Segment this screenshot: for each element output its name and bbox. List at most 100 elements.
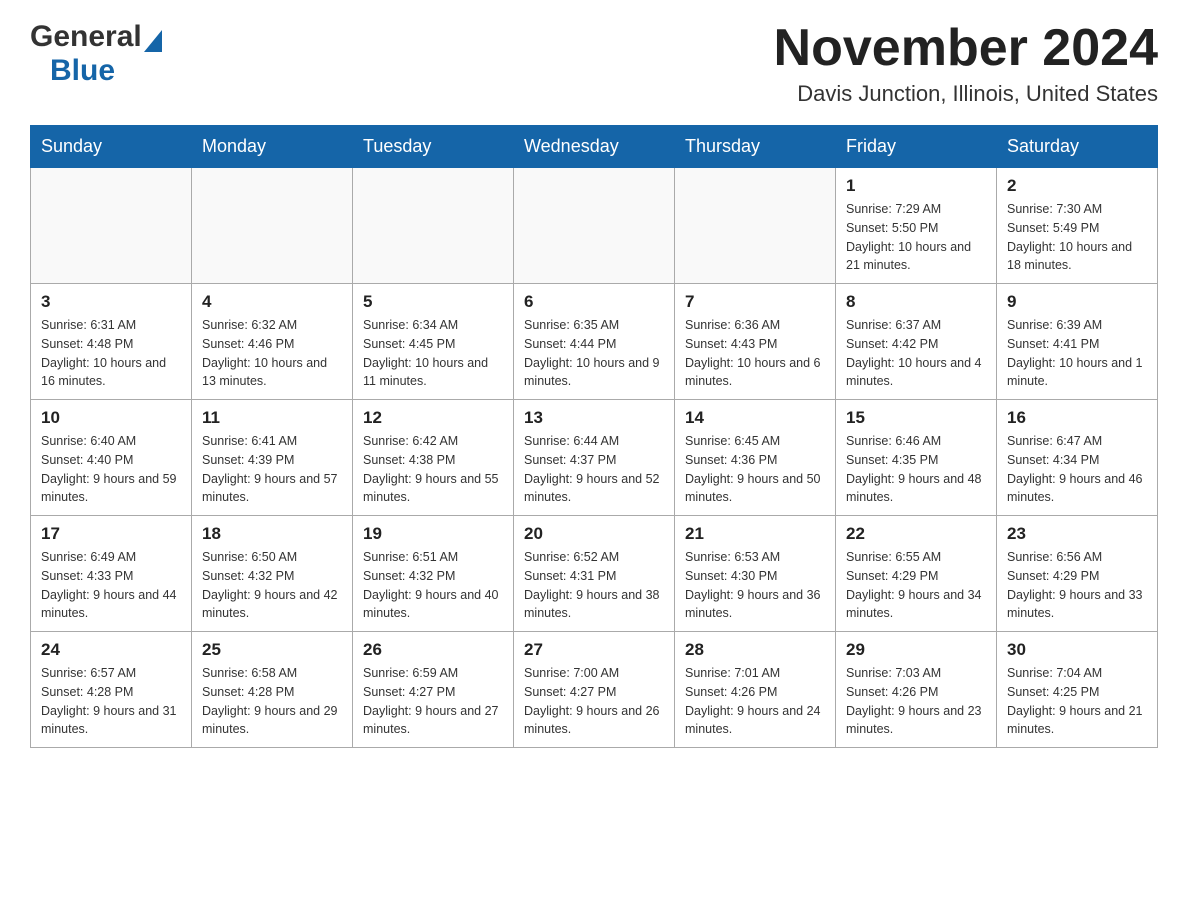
calendar-cell: 27 Sunrise: 7:00 AMSunset: 4:27 PMDayligh… — [514, 632, 675, 748]
day-number: 28 — [685, 640, 825, 660]
logo-general-text: General — [30, 20, 142, 54]
calendar-table: SundayMondayTuesdayWednesdayThursdayFrid… — [30, 125, 1158, 748]
day-info: Sunrise: 7:01 AMSunset: 4:26 PMDaylight:… — [685, 664, 825, 739]
header-day-wednesday: Wednesday — [514, 126, 675, 168]
day-number: 8 — [846, 292, 986, 312]
calendar-cell: 6Sunrise: 6:35 AMSunset: 4:44 PMDaylight… — [514, 284, 675, 400]
calendar-week-row: 3 Sunrise: 6:31 AMSunset: 4:48 PMDaylight… — [31, 284, 1158, 400]
day-info: Sunrise: 6:35 AMSunset: 4:44 PMDaylight:… — [524, 316, 664, 391]
calendar-cell: 21 Sunrise: 6:53 AMSunset: 4:30 PMDayligh… — [675, 516, 836, 632]
day-number: 25 — [202, 640, 342, 660]
day-info: Sunrise: 7:04 AMSunset: 4:25 PMDaylight:… — [1007, 664, 1147, 739]
calendar-cell: 24Sunrise: 6:57 AMSunset: 4:28 PMDayligh… — [31, 632, 192, 748]
page-header: General Blue November 2024 Davis Junctio… — [30, 20, 1158, 107]
calendar-cell: 30 Sunrise: 7:04 AMSunset: 4:25 PMDayligh… — [997, 632, 1158, 748]
calendar-cell: 5 Sunrise: 6:34 AMSunset: 4:45 PMDaylight… — [353, 284, 514, 400]
calendar-cell: 7 Sunrise: 6:36 AMSunset: 4:43 PMDaylight… — [675, 284, 836, 400]
calendar-cell — [192, 168, 353, 284]
day-number: 10 — [41, 408, 181, 428]
calendar-cell: 4 Sunrise: 6:32 AMSunset: 4:46 PMDaylight… — [192, 284, 353, 400]
calendar-cell: 17Sunrise: 6:49 AMSunset: 4:33 PMDayligh… — [31, 516, 192, 632]
day-info: Sunrise: 6:52 AMSunset: 4:31 PMDaylight:… — [524, 548, 664, 623]
day-number: 5 — [363, 292, 503, 312]
calendar-cell: 9Sunrise: 6:39 AMSunset: 4:41 PMDaylight… — [997, 284, 1158, 400]
day-number: 16 — [1007, 408, 1147, 428]
calendar-cell — [31, 168, 192, 284]
day-info: Sunrise: 7:30 AMSunset: 5:49 PMDaylight:… — [1007, 200, 1147, 275]
day-info: Sunrise: 6:40 AMSunset: 4:40 PMDaylight:… — [41, 432, 181, 507]
calendar-cell: 18 Sunrise: 6:50 AMSunset: 4:32 PMDayligh… — [192, 516, 353, 632]
day-number: 14 — [685, 408, 825, 428]
day-number: 19 — [363, 524, 503, 544]
calendar-week-row: 1Sunrise: 7:29 AMSunset: 5:50 PMDaylight… — [31, 168, 1158, 284]
header-day-saturday: Saturday — [997, 126, 1158, 168]
day-info: Sunrise: 6:39 AMSunset: 4:41 PMDaylight:… — [1007, 316, 1147, 391]
logo-blue-text: Blue — [50, 54, 115, 87]
calendar-week-row: 24Sunrise: 6:57 AMSunset: 4:28 PMDayligh… — [31, 632, 1158, 748]
day-info: Sunrise: 6:49 AMSunset: 4:33 PMDaylight:… — [41, 548, 181, 623]
day-number: 4 — [202, 292, 342, 312]
day-info: Sunrise: 6:42 AMSunset: 4:38 PMDaylight:… — [363, 432, 503, 507]
month-title: November 2024 — [774, 20, 1158, 77]
calendar-cell: 29 Sunrise: 7:03 AMSunset: 4:26 PMDayligh… — [836, 632, 997, 748]
calendar-cell: 19 Sunrise: 6:51 AMSunset: 4:32 PMDayligh… — [353, 516, 514, 632]
day-number: 20 — [524, 524, 664, 544]
calendar-header-row: SundayMondayTuesdayWednesdayThursdayFrid… — [31, 126, 1158, 168]
day-number: 11 — [202, 408, 342, 428]
day-number: 3 — [41, 292, 181, 312]
header-day-friday: Friday — [836, 126, 997, 168]
calendar-cell: 1Sunrise: 7:29 AMSunset: 5:50 PMDaylight… — [836, 168, 997, 284]
calendar-week-row: 17Sunrise: 6:49 AMSunset: 4:33 PMDayligh… — [31, 516, 1158, 632]
day-info: Sunrise: 6:41 AMSunset: 4:39 PMDaylight:… — [202, 432, 342, 507]
day-info: Sunrise: 6:47 AMSunset: 4:34 PMDaylight:… — [1007, 432, 1147, 507]
day-info: Sunrise: 7:03 AMSunset: 4:26 PMDaylight:… — [846, 664, 986, 739]
header-day-tuesday: Tuesday — [353, 126, 514, 168]
day-info: Sunrise: 6:37 AMSunset: 4:42 PMDaylight:… — [846, 316, 986, 391]
calendar-cell: 13 Sunrise: 6:44 AMSunset: 4:37 PMDayligh… — [514, 400, 675, 516]
location-subtitle: Davis Junction, Illinois, United States — [774, 81, 1158, 107]
day-info: Sunrise: 7:29 AMSunset: 5:50 PMDaylight:… — [846, 200, 986, 275]
day-number: 18 — [202, 524, 342, 544]
calendar-cell: 12 Sunrise: 6:42 AMSunset: 4:38 PMDayligh… — [353, 400, 514, 516]
day-number: 23 — [1007, 524, 1147, 544]
day-number: 13 — [524, 408, 664, 428]
calendar-cell: 16 Sunrise: 6:47 AMSunset: 4:34 PMDayligh… — [997, 400, 1158, 516]
calendar-cell: 22 Sunrise: 6:55 AMSunset: 4:29 PMDayligh… — [836, 516, 997, 632]
day-info: Sunrise: 6:34 AMSunset: 4:45 PMDaylight:… — [363, 316, 503, 391]
day-number: 7 — [685, 292, 825, 312]
day-number: 2 — [1007, 176, 1147, 196]
calendar-cell: 2 Sunrise: 7:30 AMSunset: 5:49 PMDaylight… — [997, 168, 1158, 284]
day-info: Sunrise: 7:00 AMSunset: 4:27 PMDaylight:… — [524, 664, 664, 739]
day-number: 30 — [1007, 640, 1147, 660]
day-number: 29 — [846, 640, 986, 660]
calendar-cell: 25 Sunrise: 6:58 AMSunset: 4:28 PMDayligh… — [192, 632, 353, 748]
header-day-monday: Monday — [192, 126, 353, 168]
day-number: 27 — [524, 640, 664, 660]
day-info: Sunrise: 6:55 AMSunset: 4:29 PMDaylight:… — [846, 548, 986, 623]
calendar-cell: 26Sunrise: 6:59 AMSunset: 4:27 PMDayligh… — [353, 632, 514, 748]
calendar-cell: 3 Sunrise: 6:31 AMSunset: 4:48 PMDaylight… — [31, 284, 192, 400]
calendar-cell: 14Sunrise: 6:45 AMSunset: 4:36 PMDayligh… — [675, 400, 836, 516]
day-number: 22 — [846, 524, 986, 544]
calendar-cell — [514, 168, 675, 284]
day-info: Sunrise: 6:44 AMSunset: 4:37 PMDaylight:… — [524, 432, 664, 507]
calendar-cell: 15Sunrise: 6:46 AMSunset: 4:35 PMDayligh… — [836, 400, 997, 516]
day-info: Sunrise: 6:51 AMSunset: 4:32 PMDaylight:… — [363, 548, 503, 623]
day-info: Sunrise: 6:50 AMSunset: 4:32 PMDaylight:… — [202, 548, 342, 623]
day-info: Sunrise: 6:46 AMSunset: 4:35 PMDaylight:… — [846, 432, 986, 507]
header-day-thursday: Thursday — [675, 126, 836, 168]
day-info: Sunrise: 6:32 AMSunset: 4:46 PMDaylight:… — [202, 316, 342, 391]
day-info: Sunrise: 6:31 AMSunset: 4:48 PMDaylight:… — [41, 316, 181, 391]
day-info: Sunrise: 6:53 AMSunset: 4:30 PMDaylight:… — [685, 548, 825, 623]
day-number: 26 — [363, 640, 503, 660]
logo: General Blue — [30, 20, 162, 88]
day-number: 21 — [685, 524, 825, 544]
day-info: Sunrise: 6:56 AMSunset: 4:29 PMDaylight:… — [1007, 548, 1147, 623]
day-info: Sunrise: 6:58 AMSunset: 4:28 PMDaylight:… — [202, 664, 342, 739]
day-info: Sunrise: 6:36 AMSunset: 4:43 PMDaylight:… — [685, 316, 825, 391]
calendar-cell: 8 Sunrise: 6:37 AMSunset: 4:42 PMDaylight… — [836, 284, 997, 400]
calendar-cell — [675, 168, 836, 284]
header-day-sunday: Sunday — [31, 126, 192, 168]
calendar-cell: 11 Sunrise: 6:41 AMSunset: 4:39 PMDayligh… — [192, 400, 353, 516]
day-number: 12 — [363, 408, 503, 428]
